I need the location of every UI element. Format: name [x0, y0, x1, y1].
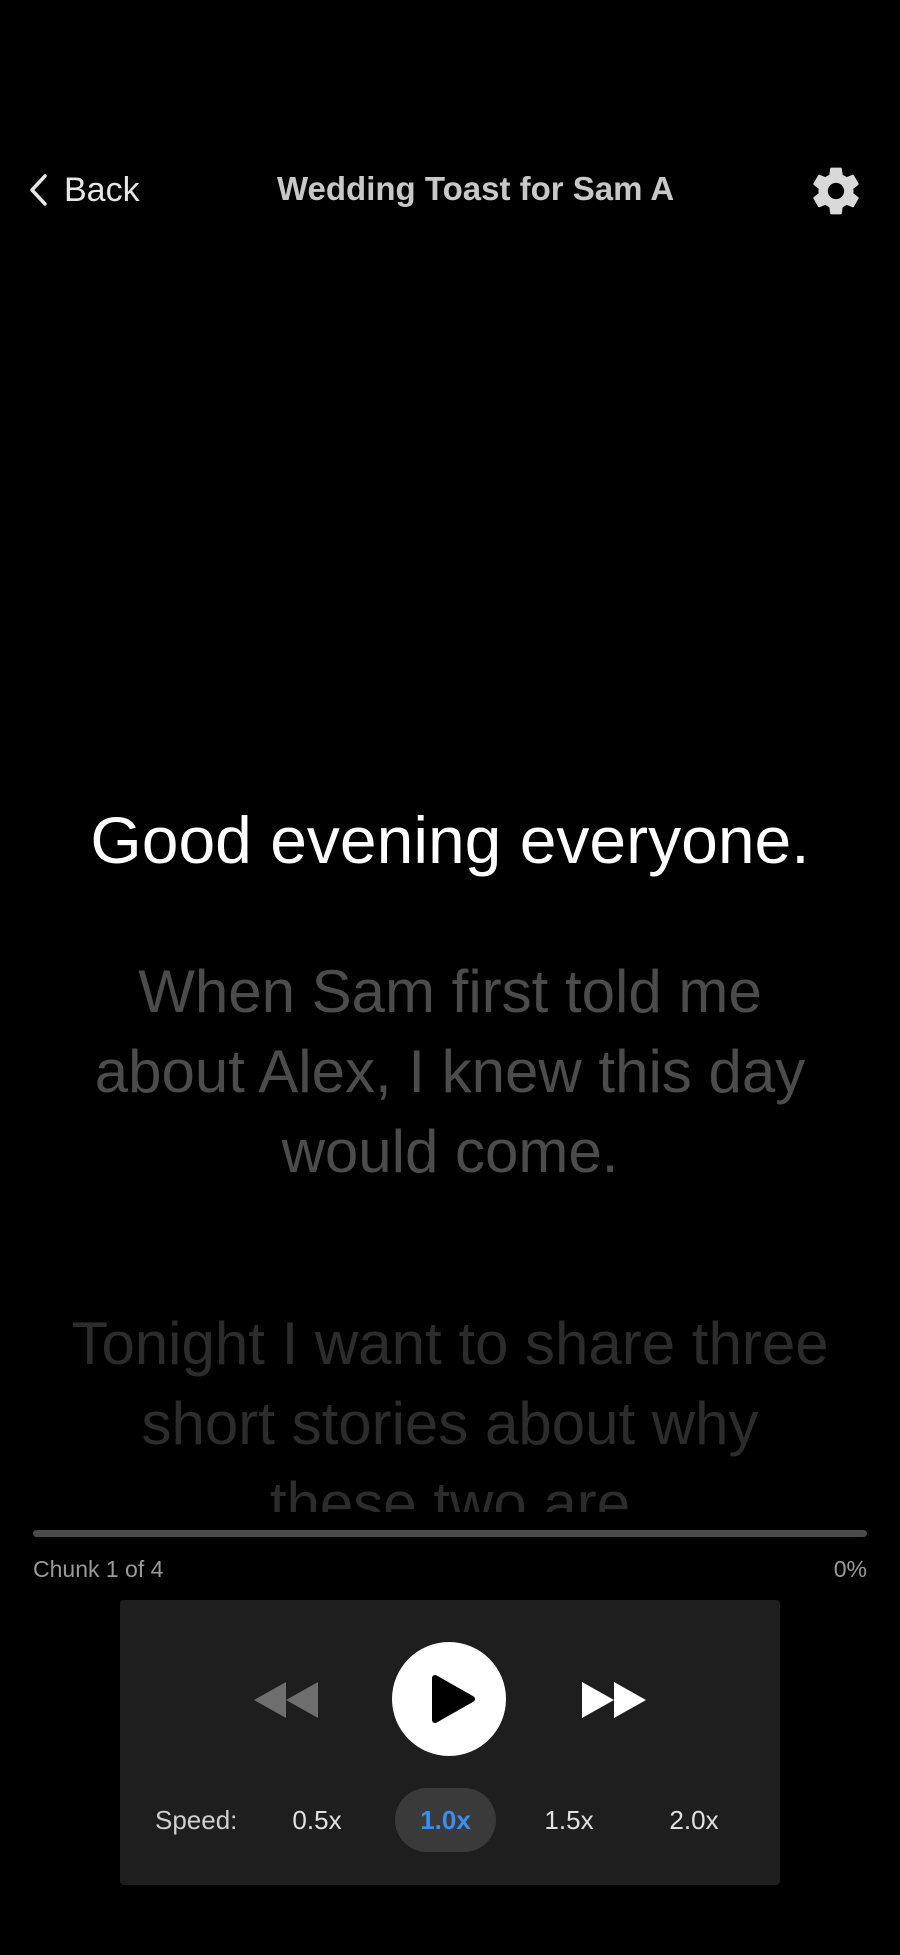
settings-button[interactable]: [808, 163, 864, 219]
rewind-icon: [250, 1682, 322, 1728]
speed-option-0-5x[interactable]: 0.5x: [270, 1788, 364, 1852]
next-script-line: When Sam first told me about Alex, I kne…: [94, 958, 806, 1185]
speed-selector: Speed: 0.5x 1.0x 1.5x 2.0x: [120, 1788, 780, 1852]
speed-label: Speed:: [155, 1805, 238, 1835]
chunk-counter: Chunk 1 of 4: [33, 1556, 164, 1582]
chevron-left-icon: [28, 173, 48, 207]
progress-percent: 0%: [833, 1556, 867, 1582]
back-label: Back: [64, 170, 140, 209]
teleprompter-screen: Back Wedding Toast for Sam A Good evenin…: [0, 0, 900, 1955]
play-button[interactable]: [392, 1642, 506, 1756]
fast-forward-button[interactable]: [578, 1676, 650, 1724]
speed-option-1-5x[interactable]: 1.5x: [522, 1788, 616, 1852]
playback-controls: Speed: 0.5x 1.0x 1.5x 2.0x: [120, 1600, 780, 1885]
header-bar: Back Wedding Toast for Sam A: [0, 150, 900, 230]
back-button[interactable]: Back: [28, 164, 140, 216]
rewind-button[interactable]: [250, 1676, 322, 1724]
speed-option-2-0x[interactable]: 2.0x: [647, 1788, 741, 1852]
current-script-line: Good evening everyone.: [90, 803, 810, 877]
page-title: Wedding Toast for Sam A: [277, 170, 675, 207]
script-scroll-area[interactable]: Good evening everyone. When Sam first to…: [0, 780, 900, 1512]
fast-forward-icon: [578, 1682, 650, 1728]
gear-icon: [808, 167, 864, 223]
progress-bar[interactable]: [33, 1530, 867, 1537]
speed-option-1-0x[interactable]: 1.0x: [395, 1788, 496, 1852]
upcoming-script-line: Tonight I want to share three short stor…: [71, 1310, 829, 1512]
